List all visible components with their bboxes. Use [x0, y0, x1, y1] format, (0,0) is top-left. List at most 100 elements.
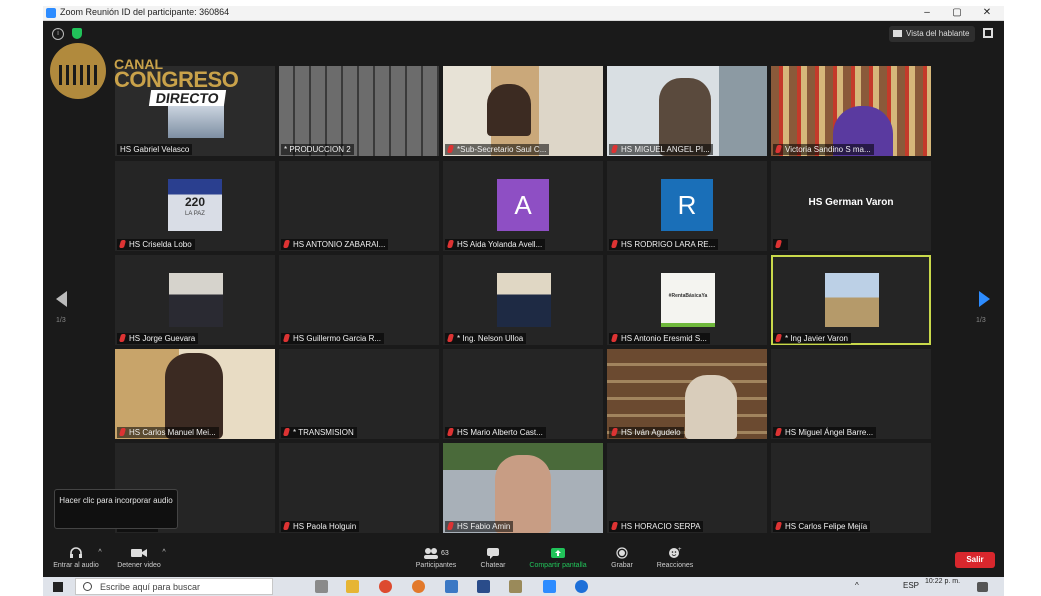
muted-mic-icon	[282, 428, 291, 436]
video-tile[interactable]: HS Carlos Felipe Mejía	[771, 443, 931, 533]
video-tile[interactable]: A HS Aida Yolanda Avell...	[443, 161, 603, 251]
video-tile[interactable]: 220 LA PAZ HS Criselda Lobo	[115, 161, 275, 251]
participant-name: HS Antonio Eresmid S...	[609, 333, 710, 344]
participant-thumbnail	[497, 273, 551, 327]
reactions-label: Reacciones	[656, 562, 694, 569]
video-tile[interactable]: HS Miguel Ángel Barre...	[771, 349, 931, 439]
previous-page-arrow-icon[interactable]	[56, 291, 67, 307]
video-tile[interactable]: HS Carlos Manuel Mei...	[115, 349, 275, 439]
video-tile[interactable]: HS German Varon	[771, 161, 931, 251]
windows-start-icon[interactable]	[53, 582, 63, 592]
video-camera-icon	[111, 547, 167, 559]
headphones-icon	[50, 547, 102, 559]
reactions-button[interactable]: + Reacciones	[651, 547, 699, 569]
video-tile[interactable]: HS ANTONIO ZABARAI...	[279, 161, 439, 251]
video-tile[interactable]: HS HORACIO SERPA	[607, 443, 767, 533]
video-tile[interactable]: HS MIGUEL ANGEL PI...	[607, 66, 767, 156]
participant-avatar: R	[661, 179, 713, 231]
chat-button[interactable]: Chatear	[473, 547, 513, 569]
participant-thumbnail: 220 LA PAZ	[168, 179, 222, 231]
muted-mic-icon	[446, 428, 455, 436]
participant-name: * Ing. Nelson Ulloa	[445, 333, 527, 344]
video-tile[interactable]: HS Guillermo Garcia R...	[279, 255, 439, 345]
participant-thumbnail	[169, 273, 223, 327]
taskbar-search-input[interactable]: Escribe aquí para buscar	[75, 578, 273, 595]
video-feed	[443, 443, 603, 533]
record-button[interactable]: Grabar	[605, 547, 639, 569]
keyboard-language[interactable]: ESP	[903, 581, 919, 590]
video-tile[interactable]: Victoria Sandino S ma...	[771, 66, 931, 156]
video-tile[interactable]: * TRANSMISION	[279, 349, 439, 439]
close-button[interactable]: ✕	[975, 6, 999, 20]
zoom-meeting-area: i Vista del hablante 1/3 1/3 HS Gabriel …	[43, 21, 1004, 577]
muted-mic-icon	[610, 428, 619, 436]
page-indicator-left: 1/3	[56, 317, 66, 324]
video-feed	[607, 66, 767, 156]
video-tile[interactable]: HS Jorge Guevara	[115, 255, 275, 345]
video-tile[interactable]: * Ing. Nelson Ulloa	[443, 255, 603, 345]
tray-overflow-icon[interactable]: ^	[855, 581, 859, 590]
file-explorer-icon[interactable]	[346, 580, 359, 593]
video-feed	[115, 255, 275, 345]
participant-name	[773, 239, 788, 250]
video-tile[interactable]: *Sub-Secretario Saul C...	[443, 66, 603, 156]
participant-display-name: HS German Varon	[808, 197, 894, 208]
ndi-app-icon[interactable]	[445, 580, 458, 593]
muted-mic-icon	[446, 334, 455, 342]
video-tile[interactable]: R HS RODRIGO LARA RE...	[607, 161, 767, 251]
muted-mic-icon	[118, 428, 127, 436]
next-page-arrow-icon[interactable]	[979, 291, 990, 307]
speaker-view-button[interactable]: Vista del hablante	[889, 26, 976, 42]
taskbar-clock[interactable]: 10:22 p. m.	[925, 578, 960, 586]
exit-meeting-button[interactable]: Salir	[955, 552, 995, 568]
stop-video-label: Detener video	[117, 562, 161, 569]
search-placeholder: Escribe aquí para buscar	[100, 582, 201, 592]
logo-line-3: DIRECTO	[148, 90, 226, 106]
video-tile[interactable]: HS Fabio Amin	[443, 443, 603, 533]
video-options-caret-icon[interactable]: ^	[160, 549, 168, 556]
restore-button[interactable]: ▢	[945, 6, 969, 20]
app-icon[interactable]	[509, 580, 522, 593]
page-indicator-right: 1/3	[976, 317, 986, 324]
video-feed	[115, 349, 275, 439]
chrome-icon[interactable]	[379, 580, 392, 593]
participant-name: HS Criselda Lobo	[117, 239, 195, 250]
participant-figure	[685, 375, 737, 439]
video-tile-active-speaker[interactable]: * Ing Javier Varon	[771, 255, 931, 345]
participant-name: HS Guillermo Garcia R...	[281, 333, 385, 344]
video-tile[interactable]: HS Paola Holguin	[279, 443, 439, 533]
video-tile[interactable]: HS Iván Agudelo	[607, 349, 767, 439]
ndi-tools-icon[interactable]	[477, 580, 490, 593]
video-feed	[607, 349, 767, 439]
video-tile[interactable]: #RentaBásicaYa HS Antonio Eresmid S...	[607, 255, 767, 345]
share-screen-icon	[523, 547, 593, 559]
muted-mic-icon	[610, 522, 619, 530]
participant-name: HS ANTONIO ZABARAI...	[281, 239, 389, 250]
video-tile[interactable]: HS Mario Alberto Cast...	[443, 349, 603, 439]
video-tile[interactable]: * PRODUCCION 2	[279, 66, 439, 156]
fullscreen-icon[interactable]	[983, 28, 993, 38]
participants-icon: 63	[408, 547, 464, 559]
zoom-taskbar-icon[interactable]	[543, 580, 556, 593]
participant-thumbnail	[825, 273, 879, 327]
video-feed	[771, 66, 931, 156]
share-screen-button[interactable]: Compartir pantalla	[523, 547, 593, 569]
muted-mic-icon	[446, 522, 455, 530]
muted-mic-icon	[610, 240, 619, 248]
firefox-icon[interactable]	[412, 580, 425, 593]
encryption-shield-icon[interactable]	[72, 28, 82, 39]
participant-name: HS Miguel Ángel Barre...	[773, 427, 877, 438]
chat-label: Chatear	[480, 562, 506, 569]
participants-button[interactable]: 63 Participantes	[408, 547, 464, 569]
join-audio-button[interactable]: Entrar al audio	[50, 547, 102, 569]
zoom-meeting-taskbar-icon[interactable]	[575, 580, 588, 593]
muted-mic-icon	[118, 334, 127, 342]
minimize-button[interactable]: –	[915, 6, 939, 20]
task-view-icon[interactable]	[315, 580, 328, 593]
stop-video-button[interactable]: Detener video	[111, 547, 167, 569]
audio-options-caret-icon[interactable]: ^	[96, 549, 104, 556]
notifications-icon[interactable]	[977, 582, 988, 592]
participant-name: HS Carlos Felipe Mejía	[773, 521, 871, 532]
meeting-info-icon[interactable]: i	[52, 28, 64, 40]
video-feed	[771, 255, 931, 345]
